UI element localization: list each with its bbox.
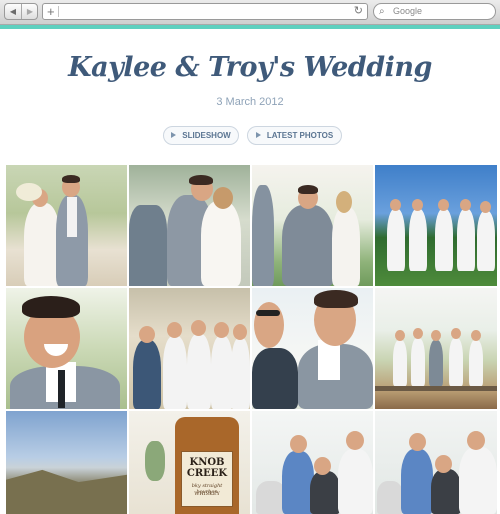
search-field[interactable]: ⌕ Google [373, 3, 496, 20]
chevron-left-icon: ◀ [9, 7, 17, 16]
gallery-photo[interactable] [375, 165, 497, 286]
play-icon [171, 132, 177, 138]
event-date: 3 March 2012 [216, 96, 284, 108]
gallery-photo[interactable] [129, 288, 250, 409]
gallery-photo[interactable] [252, 165, 373, 286]
photo-grid: KNOB CREEK bky straight bourbon WHISKEY [6, 165, 497, 514]
back-button[interactable]: ◀ [5, 4, 22, 19]
address-divider [58, 6, 59, 17]
browser-toolbar: ◀ ▶ + ↻ ⌕ Google [0, 0, 500, 25]
slideshow-button[interactable]: SLIDESHOW [163, 126, 239, 145]
gallery-photo[interactable] [252, 411, 373, 514]
gallery-photo[interactable] [129, 165, 250, 286]
gallery-photo[interactable] [252, 288, 373, 409]
plus-icon[interactable]: + [47, 4, 55, 19]
address-bar[interactable]: + ↻ [42, 3, 368, 20]
gallery-photo[interactable] [6, 165, 127, 286]
bottle-subtitle-2: WHISKEY [194, 491, 220, 497]
play-icon [255, 132, 261, 138]
slideshow-label: SLIDESHOW [182, 131, 231, 140]
gallery-photo[interactable] [375, 411, 497, 514]
latest-photos-label: LATEST PHOTOS [266, 131, 334, 140]
search-icon: ⌕ [379, 6, 385, 17]
reload-icon[interactable]: ↻ [354, 4, 363, 19]
latest-photos-button[interactable]: LATEST PHOTOS [247, 126, 342, 145]
accent-line [0, 25, 500, 29]
gallery-photo[interactable] [375, 288, 497, 409]
gallery-photo[interactable] [6, 288, 127, 409]
search-placeholder: Google [393, 6, 423, 16]
gallery-photo[interactable] [6, 411, 127, 514]
page-title: Kaylee & Troy's Wedding [68, 52, 432, 83]
history-nav: ◀ ▶ [4, 3, 38, 20]
gallery-photo[interactable]: KNOB CREEK bky straight bourbon WHISKEY [129, 411, 250, 514]
forward-button[interactable]: ▶ [22, 4, 37, 19]
chevron-right-icon: ▶ [26, 7, 34, 16]
bottle-brand: KNOB CREEK [186, 457, 228, 479]
